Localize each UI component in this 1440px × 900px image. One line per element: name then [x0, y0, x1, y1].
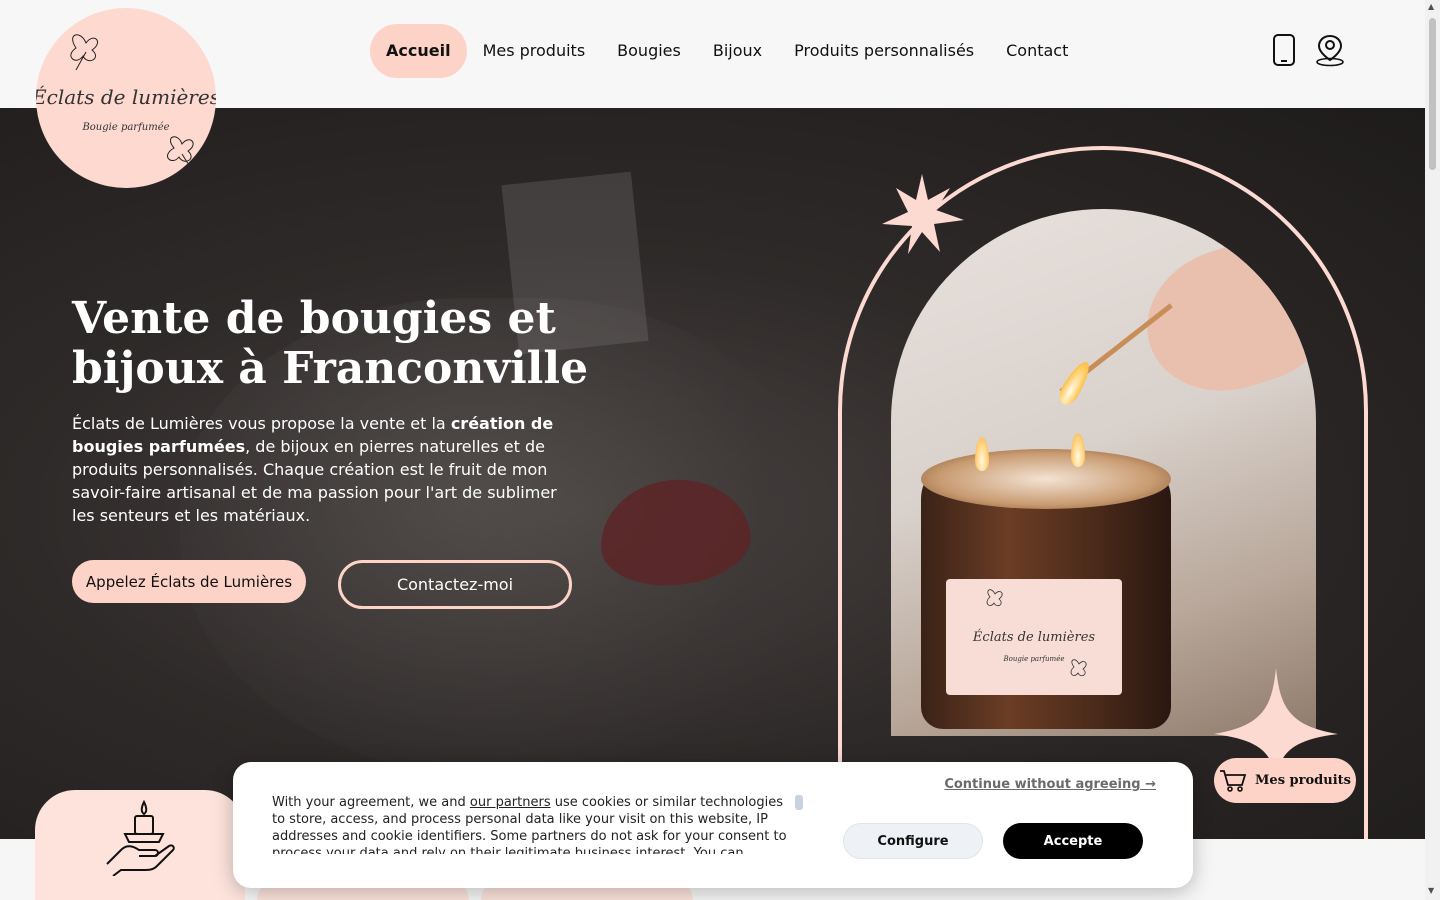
candle-flame-left: [975, 437, 989, 471]
hero-title: Vente de bougies et bijoux à Franconvill…: [72, 293, 589, 394]
cart-button[interactable]: Mes produits: [1214, 758, 1356, 803]
accept-button[interactable]: Accepte: [1003, 823, 1143, 859]
svg-text:Éclats de lumières: Éclats de lumières: [972, 629, 1095, 645]
feature-card-candles[interactable]: [35, 790, 245, 900]
continue-without-agreeing-link[interactable]: Continue without agreeing →: [944, 777, 1156, 792]
nav-contact[interactable]: Contact: [990, 24, 1084, 78]
nav-bijoux[interactable]: Bijoux: [697, 24, 778, 78]
scroll-up-icon[interactable]: ▲: [1428, 2, 1434, 11]
location-pin-icon[interactable]: [1314, 33, 1346, 67]
page-scrollbar[interactable]: ▲ ▼: [1425, 0, 1440, 900]
candle-photo: Éclats de lumières Bougie parfumée: [891, 209, 1316, 736]
svg-text:Éclats de lumières: Éclats de lumières: [36, 85, 216, 109]
scroll-down-icon[interactable]: ▼: [1428, 886, 1434, 895]
phone-icon[interactable]: [1268, 33, 1300, 67]
cart-icon: [1220, 769, 1247, 792]
cart-label: Mes produits: [1255, 773, 1351, 788]
configure-button[interactable]: Configure: [843, 823, 983, 859]
svg-text:Bougie parfumée: Bougie parfumée: [81, 122, 169, 133]
logo-flower-icon: Éclats de lumières Bougie parfumée: [36, 34, 216, 171]
call-button[interactable]: Appelez Éclats de Lumières: [72, 560, 306, 603]
candle-in-hand-icon: [106, 799, 175, 876]
candle-rim: [921, 449, 1171, 509]
nav-accueil[interactable]: Accueil: [370, 24, 467, 78]
header-icons: [1268, 33, 1346, 67]
cookie-text-scrollbar[interactable]: [795, 795, 803, 810]
partners-link[interactable]: our partners: [470, 795, 551, 810]
hero-description: Éclats de Lumières vous propose la vente…: [72, 414, 557, 525]
sparkle-star-icon: [882, 174, 964, 254]
candle-flame-right: [1071, 433, 1085, 467]
site-logo[interactable]: Éclats de lumières Bougie parfumée: [36, 8, 216, 188]
cookie-banner: Continue without agreeing → With your ag…: [233, 762, 1193, 888]
svg-text:Bougie parfumée: Bougie parfumée: [1003, 655, 1065, 663]
main-nav: Accueil Mes produits Bougies Bijoux Prod…: [370, 24, 1084, 78]
cookie-text: With your agreement, we and our partners…: [272, 795, 787, 854]
nav-mes-produits[interactable]: Mes produits: [467, 24, 602, 78]
scroll-thumb[interactable]: [1429, 18, 1436, 170]
nav-bougies[interactable]: Bougies: [601, 24, 697, 78]
match-flame: [1055, 357, 1095, 409]
contact-button[interactable]: Contactez-moi: [338, 560, 572, 609]
candle-label: Éclats de lumières Bougie parfumée: [946, 579, 1122, 695]
hero-section: Vente de bougies et bijoux à Franconvill…: [0, 108, 1425, 839]
nav-produits-personnalises[interactable]: Produits personnalisés: [778, 24, 990, 78]
